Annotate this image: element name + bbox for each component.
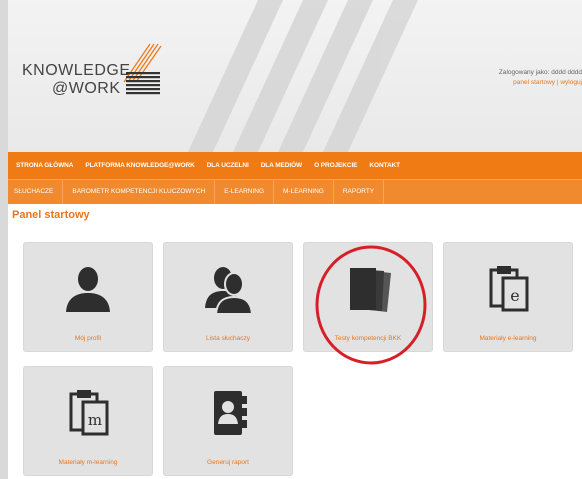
subnav-item-elearning[interactable]: E-LEARNING (215, 180, 275, 204)
clipboard-e-icon: e (489, 266, 529, 312)
tile-mlearning-materials[interactable]: m Materiały m-learning (23, 366, 153, 476)
nav-item-universities[interactable]: DLA UCZELNI (207, 162, 249, 169)
subnav-item-barometer[interactable]: BAROMETR KOMPETENCJI KLUCZOWYCH (63, 180, 216, 204)
svg-text:e: e (510, 286, 519, 305)
logo-line-2: @WORK (52, 80, 121, 97)
tile-label: Mój profil (74, 335, 102, 342)
clipboard-m-icon: m (69, 390, 109, 436)
tile-label: Lista słuchaczy (205, 335, 251, 342)
contact-book-icon (214, 391, 247, 435)
subnav-item-students[interactable]: SŁUCHACZE (8, 180, 64, 204)
subnav-item-mlearning[interactable]: M-LEARNING (274, 180, 334, 204)
nav-item-contact[interactable]: KONTAKT (369, 162, 400, 169)
logo-line-1: KNOWLEDGE (22, 62, 131, 79)
tile-students-list[interactable]: Lista słuchaczy (163, 242, 293, 352)
tile-label: Generuj raport (207, 459, 249, 466)
subnav-item-reports[interactable]: RAPORTY (334, 180, 385, 204)
users-icon (205, 267, 253, 314)
sub-nav: SŁUCHACZE BAROMETR KOMPETENCJI KLUCZOWYC… (8, 179, 582, 204)
tile-generate-report[interactable]: Generuj raport (163, 366, 293, 476)
user-info: Zalogowany jako: dddd dddd panel startow… (499, 68, 582, 88)
logged-in-as-text: Zalogowany jako: dddd dddd (498, 69, 582, 76)
user-icon (66, 267, 110, 312)
tile-my-profile[interactable]: Mój profil (23, 242, 153, 352)
logo-mark-icon (123, 43, 162, 95)
tile-label: Materiały e-learning (479, 335, 537, 342)
nav-item-platform[interactable]: PLATFORMA KNOWLEDGE@WORK (85, 162, 194, 169)
main-nav: STRONA GŁÓWNA PLATFORMA KNOWLEDGE@WORK D… (8, 152, 582, 179)
user-links[interactable]: panel startowy | wyloguj (499, 78, 582, 88)
tile-label: Materiały m-learning (58, 459, 118, 466)
window-left-frame (0, 0, 8, 479)
nav-item-about[interactable]: O PROJEKCIE (314, 162, 357, 169)
nav-item-media[interactable]: DLA MEDIÓW (261, 162, 302, 169)
highlight-circle (315, 245, 427, 365)
nav-item-home[interactable]: STRONA GŁÓWNA (16, 162, 73, 169)
svg-text:m: m (88, 411, 102, 429)
tile-elearning-materials[interactable]: e Materiały e-learning (443, 242, 573, 352)
page-title: Panel startowy (12, 209, 90, 221)
site-header: KNOWLEDGE @WORK Zalogowany jako: dddd dd… (8, 0, 582, 152)
